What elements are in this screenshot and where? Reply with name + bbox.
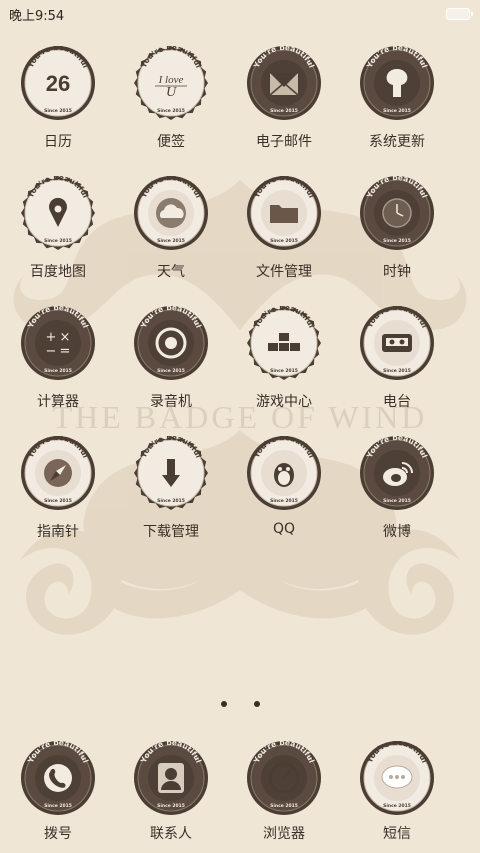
battery-icon <box>446 8 473 20</box>
radio-icon: You're beautiful Since 2015 <box>360 306 434 380</box>
svg-text:=: = <box>60 344 71 359</box>
app-folder[interactable]: You're beautiful Since 2015 文件管理 <box>228 170 340 288</box>
cloud-icon: You're beautiful Since 2015 <box>134 176 208 250</box>
message-icon: You're beautiful Since 2015 <box>360 741 434 815</box>
app-label: 指南针 <box>37 524 79 540</box>
app-map-pin[interactable]: You're beautiful Since 2015 百度地图 <box>2 170 114 288</box>
app-download[interactable]: You're beautiful Since 2015 下载管理 <box>115 430 227 548</box>
svg-text:U: U <box>166 85 177 100</box>
status-bar: 晚上9:54 <box>0 0 480 28</box>
svg-text:Since 2015: Since 2015 <box>383 803 411 809</box>
app-browser[interactable]: You're beautiful Since 2015 浏览器 <box>228 735 340 853</box>
app-label: 短信 <box>383 826 411 842</box>
notes-icon: You're beautiful Since 2015 I loveU <box>134 46 208 120</box>
app-notes[interactable]: You're beautiful Since 2015 I love U 便签 <box>115 40 227 158</box>
svg-text:Since 2015: Since 2015 <box>157 498 185 504</box>
app-label: 联系人 <box>150 826 192 842</box>
app-label: 百度地图 <box>30 264 86 280</box>
app-compass[interactable]: You're beautiful Since 2015 指南针 <box>2 430 114 548</box>
app-label: 游戏中心 <box>256 394 312 410</box>
app-calculator[interactable]: You're beautiful Since 2015 + × − = 计算器 <box>2 300 114 418</box>
app-label: QQ <box>272 521 296 537</box>
app-radio[interactable]: You're beautiful Since 2015 电台 <box>341 300 453 418</box>
browser-icon: You're beautiful Since 2015 <box>247 741 321 815</box>
app-label: 文件管理 <box>256 264 312 280</box>
app-recorder[interactable]: You're beautiful Since 2015 录音机 <box>115 300 227 418</box>
compass-icon: You're beautiful Since 2015 <box>21 436 95 510</box>
map-pin-icon: You're beautiful Since 2015 <box>21 176 95 250</box>
svg-text:Since 2015: Since 2015 <box>383 498 411 504</box>
app-label: 日历 <box>44 134 72 150</box>
qq-icon: You're beautiful Since 2015 <box>247 436 321 510</box>
page-indicator[interactable] <box>0 698 480 710</box>
phone-icon: You're beautiful Since 2015 <box>21 741 95 815</box>
app-calendar[interactable]: You're beautiful Since 2015 26 日历 <box>2 40 114 158</box>
app-mail[interactable]: You're beautiful Since 2015 电子邮件 <box>228 40 340 158</box>
app-label: 录音机 <box>150 394 192 410</box>
mail-icon: You're beautiful Since 2015 <box>247 46 321 120</box>
svg-text:Since 2015: Since 2015 <box>157 803 185 809</box>
game-blocks-icon: You're beautiful Since 2015 <box>247 306 321 380</box>
weibo-icon: You're beautiful Since 2015 <box>360 436 434 510</box>
page-dot-1[interactable] <box>221 701 227 707</box>
svg-text:Since 2015: Since 2015 <box>270 238 298 244</box>
app-label: 天气 <box>157 264 185 280</box>
svg-text:−: − <box>46 344 57 359</box>
page-dot-2[interactable] <box>254 701 260 707</box>
status-time: 晚上9:54 <box>9 9 65 24</box>
svg-text:Since 2015: Since 2015 <box>44 803 72 809</box>
recorder-icon: You're beautiful Since 2015 <box>134 306 208 380</box>
contacts-icon: You're beautiful Since 2015 <box>134 741 208 815</box>
app-label: 浏览器 <box>263 826 305 842</box>
update-icon: You're beautiful Since 2015 <box>360 46 434 120</box>
svg-text:Since 2015: Since 2015 <box>44 238 72 244</box>
app-label: 拨号 <box>44 826 72 842</box>
app-label: 系统更新 <box>369 134 425 150</box>
app-label: 便签 <box>157 134 185 150</box>
svg-text:Since 2015: Since 2015 <box>383 368 411 374</box>
svg-text:Since 2015: Since 2015 <box>157 368 185 374</box>
svg-text:Since 2015: Since 2015 <box>157 238 185 244</box>
app-contacts[interactable]: You're beautiful Since 2015 联系人 <box>115 735 227 853</box>
app-cloud[interactable]: You're beautiful Since 2015 天气 <box>115 170 227 288</box>
svg-text:Since 2015: Since 2015 <box>383 108 411 114</box>
svg-text:+: + <box>46 330 57 345</box>
svg-text:Since 2015: Since 2015 <box>44 108 72 114</box>
calculator-icon: You're beautiful Since 2015 + ×− = <box>21 306 95 380</box>
svg-text:Since 2015: Since 2015 <box>270 803 298 809</box>
svg-text:Since 2015: Since 2015 <box>270 368 298 374</box>
app-message[interactable]: You're beautiful Since 2015 短信 <box>341 735 453 853</box>
calendar-icon: You're beautiful Since 2015 26 <box>21 46 95 120</box>
app-phone[interactable]: You're beautiful Since 2015 拨号 <box>2 735 114 853</box>
app-clock[interactable]: You're beautiful Since 2015 时钟 <box>341 170 453 288</box>
svg-text:Since 2015: Since 2015 <box>44 498 72 504</box>
folder-icon: You're beautiful Since 2015 <box>247 176 321 250</box>
clock-icon: You're beautiful Since 2015 <box>360 176 434 250</box>
app-label: 微博 <box>383 524 411 540</box>
svg-text:Since 2015: Since 2015 <box>270 498 298 504</box>
svg-text:Since 2015: Since 2015 <box>383 238 411 244</box>
app-qq[interactable]: You're beautiful Since 2015 QQ <box>228 430 340 548</box>
app-label: 时钟 <box>383 264 411 280</box>
app-label: 电子邮件 <box>256 134 312 150</box>
svg-text:×: × <box>60 330 71 345</box>
svg-text:Since 2015: Since 2015 <box>270 108 298 114</box>
app-game-blocks[interactable]: You're beautiful Since 2015 游戏中心 <box>228 300 340 418</box>
svg-text:26: 26 <box>46 71 70 96</box>
download-icon: You're beautiful Since 2015 <box>134 436 208 510</box>
app-weibo[interactable]: You're beautiful Since 2015 微博 <box>341 430 453 548</box>
app-label: 电台 <box>383 394 411 410</box>
app-label: 下载管理 <box>143 524 199 540</box>
svg-text:Since 2015: Since 2015 <box>44 368 72 374</box>
app-update[interactable]: You're beautiful Since 2015 系统更新 <box>341 40 453 158</box>
app-label: 计算器 <box>37 394 79 410</box>
svg-text:Since 2015: Since 2015 <box>157 108 185 114</box>
